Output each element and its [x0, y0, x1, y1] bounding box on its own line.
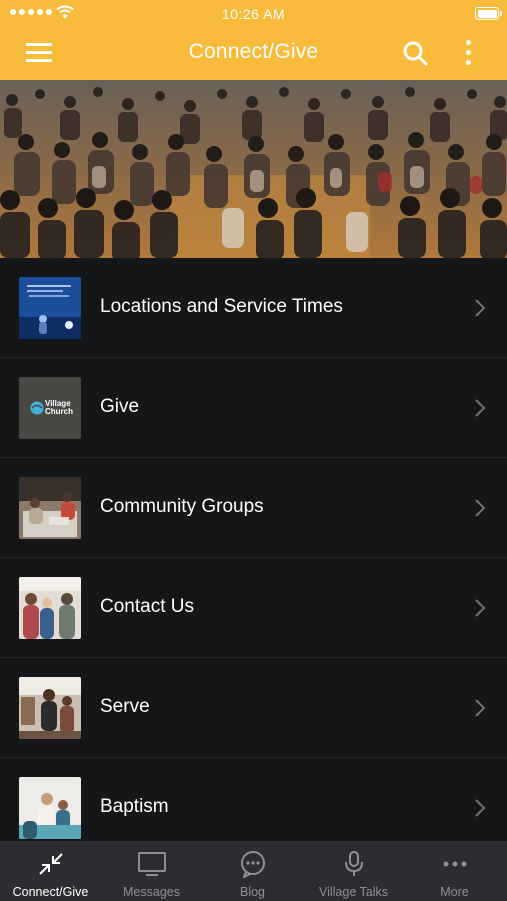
list-item-label: Baptism [100, 796, 169, 817]
svg-text:Church: Church [45, 407, 73, 416]
nav-bar: Connect/Give [0, 28, 507, 80]
tv-icon [138, 852, 166, 876]
bottom-tab-bar: Connect/Give Messages Blog Village Talks [0, 841, 507, 901]
collapse-arrows-icon [39, 853, 63, 875]
give-thumbnail: Village Church [19, 377, 81, 439]
tab-label: Messages [123, 885, 180, 899]
baptism-thumbnail [19, 777, 81, 839]
tab-label: Connect/Give [12, 885, 89, 899]
list-item-label: Contact Us [100, 596, 194, 617]
locations-thumbnail [19, 277, 81, 339]
list-item-contact-us[interactable]: Contact Us [0, 558, 507, 658]
tab-connect-give[interactable]: Connect/Give [0, 842, 101, 901]
status-time: 10:26 AM [221, 6, 286, 22]
tab-more[interactable]: More [404, 842, 505, 901]
list-item-serve[interactable]: Serve [0, 658, 507, 758]
overflow-menu-icon[interactable] [458, 38, 478, 68]
list-item-community-groups[interactable]: Community Groups [0, 458, 507, 558]
serve-thumbnail [19, 677, 81, 739]
chevron-right-icon [475, 299, 486, 317]
top-bar: 10:26 AM Connect/Give [0, 0, 507, 80]
chevron-right-icon [475, 599, 486, 617]
list-item-label: Community Groups [100, 496, 264, 517]
page-title: Connect/Give [188, 40, 319, 63]
list-item-locations[interactable]: Locations and Service Times [0, 258, 507, 358]
chevron-right-icon [475, 499, 486, 517]
hero-image [0, 80, 507, 258]
tab-messages[interactable]: Messages [101, 842, 202, 901]
more-dots-icon [443, 861, 467, 867]
list-item-label: Serve [100, 696, 150, 717]
list-item-label: Locations and Service Times [100, 296, 343, 317]
microphone-icon [345, 851, 363, 876]
tab-label: More [440, 885, 469, 899]
menu-list: Locations and Service Times Village Chur… [0, 258, 507, 858]
chevron-right-icon [475, 399, 486, 417]
chevron-right-icon [475, 699, 486, 717]
list-item-give[interactable]: Village Church Give [0, 358, 507, 458]
search-icon[interactable] [401, 39, 429, 67]
status-bar: 10:26 AM [0, 0, 507, 28]
tab-label: Blog [239, 885, 266, 899]
tab-label: Village Talks [318, 885, 389, 899]
contact-us-thumbnail [19, 577, 81, 639]
crowd-photo [0, 80, 507, 258]
chevron-right-icon [475, 799, 486, 817]
list-item-label: Give [100, 396, 140, 417]
tab-blog[interactable]: Blog [202, 842, 303, 901]
community-groups-thumbnail [19, 477, 81, 539]
tab-village-talks[interactable]: Village Talks [303, 842, 404, 901]
battery-icon [475, 7, 502, 20]
chat-bubble-icon [241, 851, 265, 878]
village-church-logo: Village Church [30, 399, 73, 416]
